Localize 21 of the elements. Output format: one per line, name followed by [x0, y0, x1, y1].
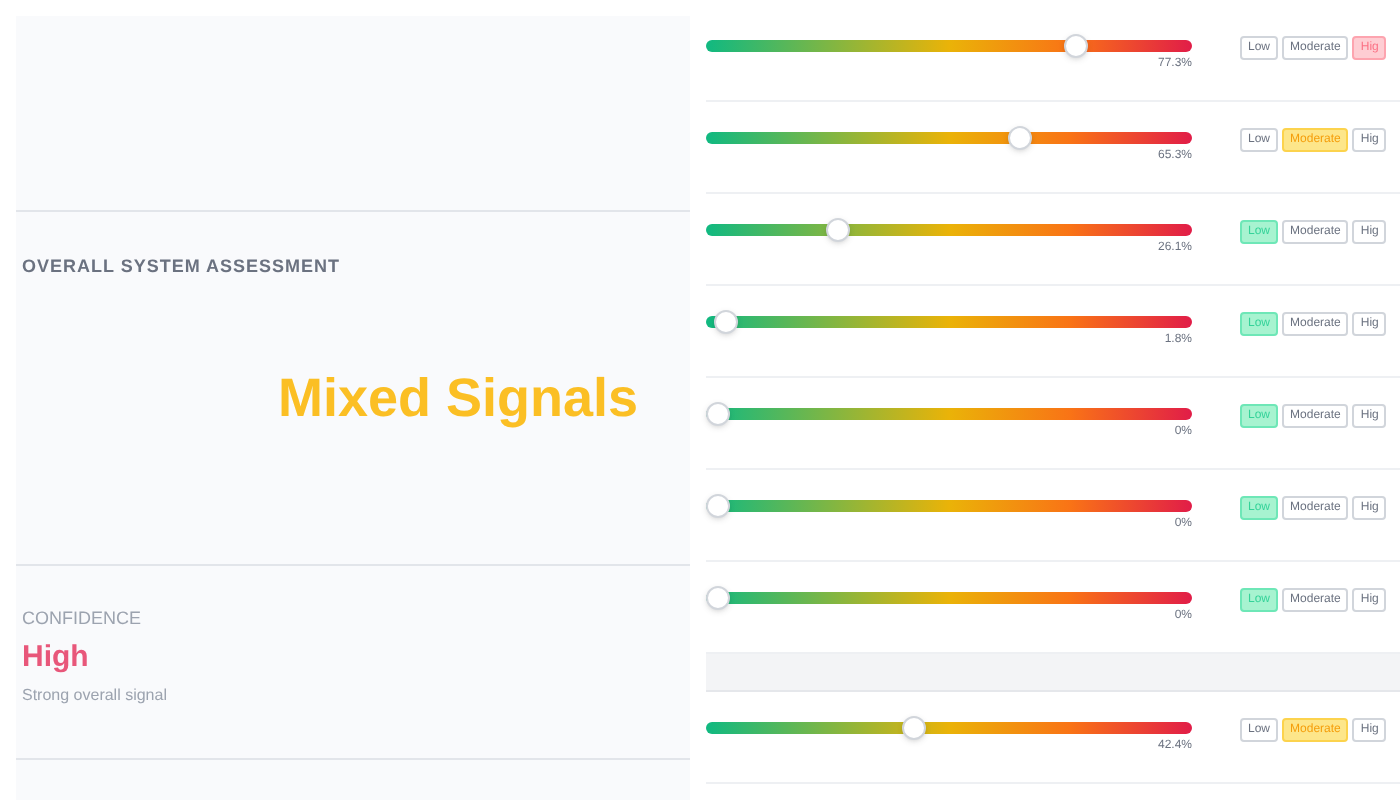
slider-thumb[interactable]: [714, 310, 739, 334]
confidence-value: High: [22, 641, 91, 671]
slider-thumb[interactable]: [1007, 126, 1032, 150]
confidence-label: CONFIDENCE: [22, 606, 144, 632]
confidence-note: Strong overall signal: [22, 683, 169, 707]
slider-thumb[interactable]: [901, 716, 926, 740]
slider-track[interactable]: [706, 722, 1192, 734]
slider-thumb[interactable]: [706, 586, 730, 610]
slider-track[interactable]: [706, 500, 1192, 512]
slider-track[interactable]: [706, 316, 1192, 328]
slider-track[interactable]: [706, 592, 1192, 604]
slider-track[interactable]: [706, 132, 1192, 144]
verdict-text: Mixed Signals: [278, 371, 641, 425]
section-heading: OVERALL SYSTEM ASSESSMENT: [22, 254, 343, 280]
slider-thumb[interactable]: [706, 402, 730, 426]
slider-thumb[interactable]: [826, 218, 851, 242]
slider-thumb[interactable]: [1063, 34, 1088, 58]
slider-track[interactable]: [706, 408, 1192, 420]
slider-thumb[interactable]: [706, 494, 730, 518]
slider-track[interactable]: [706, 40, 1192, 52]
slider-track[interactable]: [706, 224, 1192, 236]
